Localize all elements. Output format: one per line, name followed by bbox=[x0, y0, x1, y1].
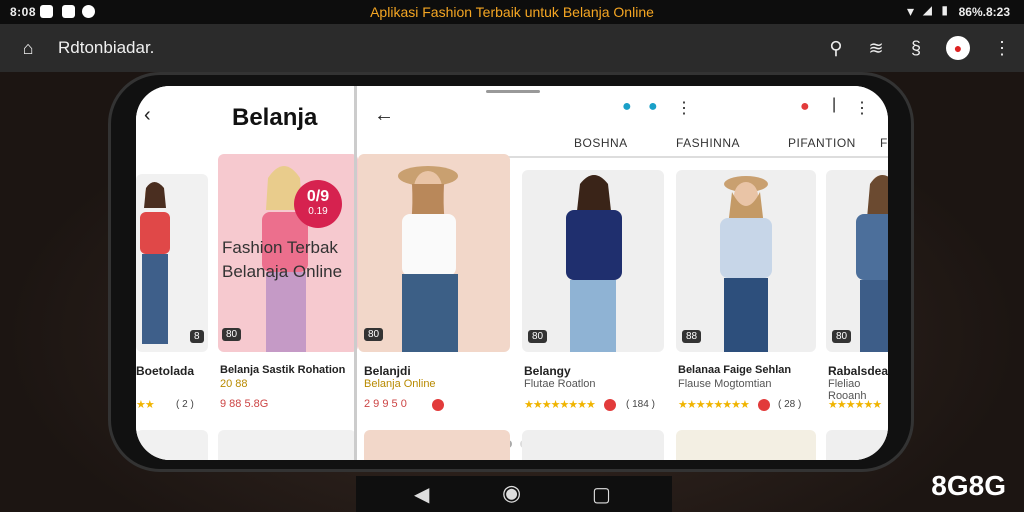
product-card[interactable]: 8 bbox=[136, 174, 208, 352]
banner-line-1: Fashion Terbak bbox=[222, 238, 338, 257]
product-badge: 88 bbox=[682, 330, 702, 343]
promo-banner[interactable]: 0/9 0.19 Fashion Terbak Belanaja Online … bbox=[218, 154, 358, 352]
search-icon[interactable]: ⚲ bbox=[824, 36, 848, 60]
back-arrow-icon[interactable]: ← bbox=[374, 104, 394, 127]
tab-underline bbox=[508, 156, 888, 158]
signal-icon: ◢ bbox=[922, 3, 932, 17]
product-card-peek[interactable] bbox=[826, 430, 888, 460]
star-rating: ★★★★★★★★ bbox=[524, 399, 596, 411]
wifi-icon: ▾ bbox=[906, 3, 914, 19]
product-name[interactable]: Rabalsdea bbox=[828, 364, 888, 378]
left-panel: ‹ Belanja 8 0/9 0.19 Fashion Terbak Bela… bbox=[136, 86, 358, 460]
user-icon[interactable]: ● bbox=[622, 98, 632, 116]
product-badge: 80 bbox=[364, 328, 384, 341]
product-badge: 8 bbox=[190, 330, 204, 343]
back-arrow-icon[interactable]: ‹ bbox=[144, 104, 151, 127]
model-photo bbox=[720, 176, 772, 352]
favorite-icon[interactable] bbox=[604, 399, 616, 411]
more-vert-icon[interactable]: ⋮ bbox=[990, 36, 1014, 60]
split-divider[interactable] bbox=[354, 86, 357, 460]
product-sub: Flause Mogtomtian bbox=[678, 378, 772, 390]
discount-sub: 0.19 bbox=[308, 206, 328, 217]
product-card-peek[interactable] bbox=[364, 430, 510, 460]
rating-count: ( 184 ) bbox=[626, 399, 655, 410]
product-card[interactable]: 80 bbox=[522, 170, 664, 352]
navigation-bar: ◀ ◉ ▢ bbox=[356, 476, 672, 512]
battery-icon: ▮ bbox=[941, 3, 948, 17]
product-name[interactable]: Belanjdi bbox=[364, 364, 411, 378]
rating-count: ( 2 ) bbox=[176, 399, 194, 410]
favorite-icon[interactable] bbox=[758, 399, 770, 411]
product-badge: 80 bbox=[222, 328, 242, 341]
banner-line-2: Belanaja Online bbox=[222, 262, 343, 281]
model-photo bbox=[140, 182, 170, 344]
model-photo bbox=[856, 175, 888, 352]
tab-pifantion[interactable]: PIFANTION bbox=[788, 136, 856, 150]
opera-icon[interactable]: ● bbox=[946, 36, 970, 60]
product-card[interactable]: 88 bbox=[676, 170, 816, 352]
discount-badge: 0/9 0.19 bbox=[294, 180, 342, 228]
product-price: 2 9 9 5 0 bbox=[364, 398, 407, 410]
watermark-logo: 8G8G bbox=[931, 470, 1006, 501]
model-photo bbox=[398, 166, 458, 352]
product-card-peek[interactable] bbox=[522, 430, 664, 460]
tab-f[interactable]: F bbox=[880, 136, 888, 150]
rating-count: ( 28 ) bbox=[778, 399, 802, 410]
app-bar: ⌂ Rdtonbiadar. ⚲ ≋ § ● ⋮ bbox=[0, 24, 1024, 72]
discount-value: 0/9 bbox=[306, 188, 330, 205]
product-card-peek[interactable] bbox=[136, 430, 208, 460]
product-name[interactable]: Belanja Sastik Rohation bbox=[220, 364, 345, 376]
product-name[interactable]: Boetolada bbox=[136, 364, 194, 378]
product-card-peek[interactable] bbox=[218, 430, 356, 460]
product-card[interactable]: 80 bbox=[358, 154, 510, 352]
model-photo bbox=[566, 175, 622, 352]
product-price: 20 88 bbox=[220, 378, 248, 390]
layers-icon[interactable]: ≋ bbox=[864, 36, 888, 60]
product-badge: 80 bbox=[528, 330, 548, 343]
cart-icon[interactable]: ● bbox=[800, 98, 810, 116]
more-vert-icon[interactable]: ⋮ bbox=[854, 98, 870, 118]
product-name[interactable]: Belanaa Faige Sehlan bbox=[678, 364, 791, 376]
star-rating: ★★ bbox=[136, 399, 155, 411]
status-bar: 8:08 Aplikasi Fashion Terbaik untuk Bela… bbox=[0, 0, 1024, 24]
star-rating: ★★★★★★ bbox=[828, 399, 882, 411]
left-panel-title: Belanja bbox=[232, 104, 318, 131]
app-bar-title: Rdtonbiadar. bbox=[58, 38, 155, 57]
product-sub: Flutae Roatlon bbox=[524, 378, 596, 390]
product-card-peek[interactable] bbox=[676, 430, 816, 460]
tab-fashinna[interactable]: FASHINNA bbox=[676, 136, 740, 150]
tab-boshna[interactable]: BOSHNA bbox=[574, 136, 628, 150]
product-sub: Belanja Online bbox=[364, 378, 436, 390]
favorite-icon[interactable] bbox=[432, 399, 444, 411]
recents-nav-icon[interactable]: ▢ bbox=[592, 482, 611, 507]
product-name[interactable]: Belangy bbox=[524, 364, 571, 378]
user-add-icon[interactable]: ● bbox=[648, 98, 658, 116]
share-icon[interactable]: § bbox=[904, 36, 928, 60]
status-title: Aplikasi Fashion Terbaik untuk Belanja O… bbox=[370, 4, 654, 20]
product-price-alt: 9 88 5.8G bbox=[220, 398, 269, 410]
more-vert-icon[interactable]: ⋮ bbox=[676, 98, 692, 118]
product-card[interactable]: 80 bbox=[826, 170, 888, 352]
home-icon[interactable]: ⌂ bbox=[16, 36, 40, 60]
back-nav-icon[interactable]: ◀ bbox=[414, 482, 429, 507]
phone-screen: ‹ Belanja 8 0/9 0.19 Fashion Terbak Bela… bbox=[136, 86, 888, 460]
drag-handle[interactable] bbox=[486, 90, 540, 93]
status-right: 86%.8:23 bbox=[958, 5, 1010, 19]
home-nav-icon[interactable]: ◉ bbox=[502, 480, 521, 506]
right-panel: ← ● ● ⋮ ● | ⋮ BOSHNA FASHINNA PIFANTION … bbox=[358, 86, 888, 460]
divider-icon: | bbox=[832, 96, 837, 113]
product-badge: 80 bbox=[832, 330, 852, 343]
star-rating: ★★★★★★★★ bbox=[678, 399, 750, 411]
